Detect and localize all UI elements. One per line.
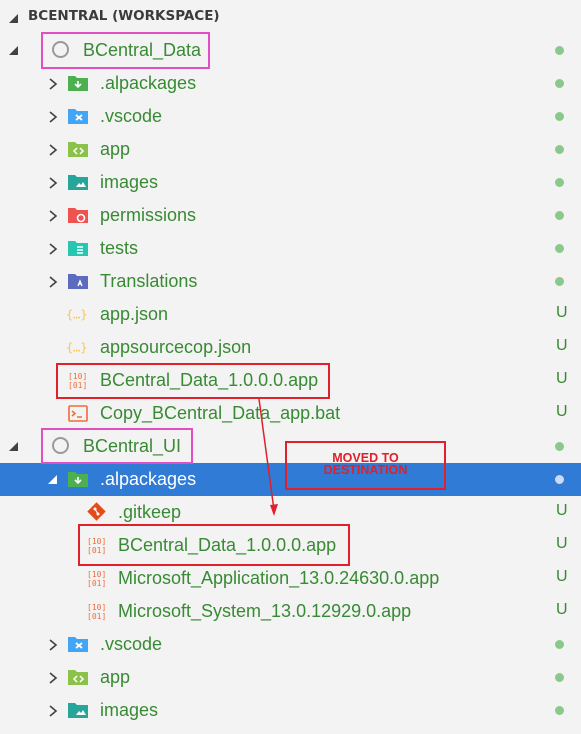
move-arrow bbox=[258, 398, 278, 516]
